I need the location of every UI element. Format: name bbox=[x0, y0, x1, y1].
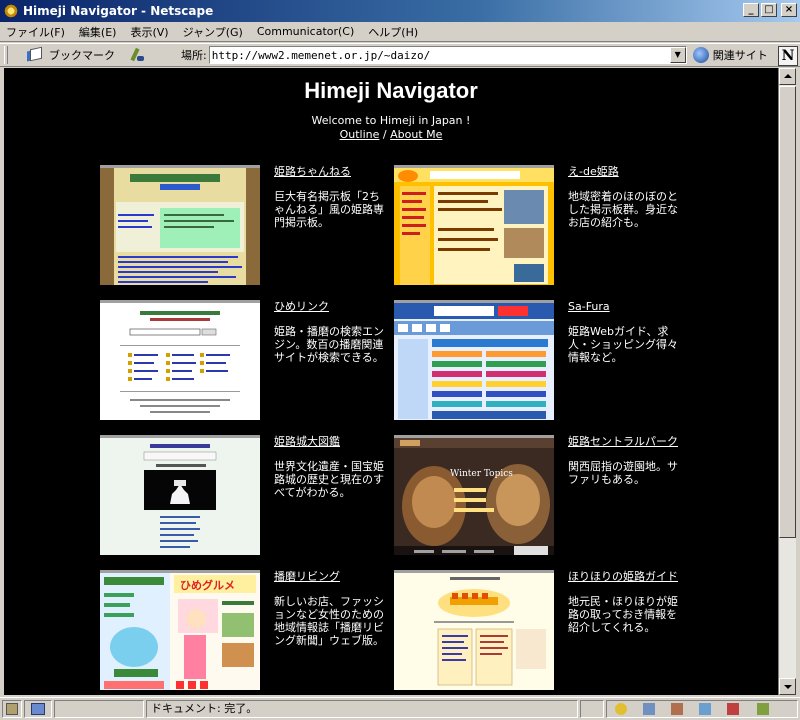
menu-file[interactable]: ファイル(F) bbox=[6, 24, 65, 40]
mail-icon[interactable] bbox=[643, 703, 655, 715]
minimize-button[interactable]: _ bbox=[743, 3, 759, 17]
menu-go[interactable]: ジャンプ(G) bbox=[183, 24, 243, 40]
site-entry: ほりほりの姫路ガイド 地元民・ほりほりが姫路の取っておき情報を紹介してくれる。 bbox=[394, 570, 684, 694]
site-description: 新しいお店、ファッションなど女性のための地域情報誌「播磨リビング新聞」ウェブ版。 bbox=[274, 595, 384, 647]
status-bar: ドキュメント: 完了。 bbox=[0, 697, 800, 720]
site-thumbnail[interactable] bbox=[100, 165, 260, 285]
site-link[interactable]: え-de姫路 bbox=[568, 165, 680, 178]
thumbnail-caption: ひめグルメ bbox=[180, 578, 235, 592]
close-button[interactable]: × bbox=[781, 3, 797, 17]
related-sites-button[interactable]: 関連サイト bbox=[713, 47, 768, 63]
page-title: Himeji Navigator bbox=[304, 78, 478, 103]
site-link[interactable]: Sa-Fura bbox=[568, 300, 680, 313]
navigator-icon[interactable] bbox=[615, 703, 627, 715]
location-toolbar: ブックマーク 場所: ▼ 関連サイト N bbox=[0, 43, 800, 67]
menu-edit[interactable]: 編集(E) bbox=[79, 24, 117, 40]
location-field[interactable]: ▼ bbox=[208, 46, 687, 64]
menu-help[interactable]: ヘルプ(H) bbox=[368, 24, 418, 40]
site-link[interactable]: 姫路セントラルパーク bbox=[568, 435, 680, 448]
site-description: 世界文化遺産・国宝姫路城の歴史と現在のすべてがわかる。 bbox=[274, 460, 384, 499]
bookmarks-button[interactable]: ブックマーク bbox=[49, 47, 115, 63]
status-message: ドキュメント: 完了。 bbox=[146, 700, 578, 718]
scroll-down-button[interactable] bbox=[779, 678, 796, 695]
site-thumbnail[interactable]: Winter Topics bbox=[394, 435, 554, 555]
thumbnail-caption: Winter Topics bbox=[450, 469, 513, 479]
site-description: 地域密着のほのぼのとした掲示板群。身近なお店の紹介も。 bbox=[568, 190, 678, 229]
site-link[interactable]: ほりほりの姫路ガイド bbox=[568, 570, 680, 583]
location-label: 場所: bbox=[181, 49, 207, 62]
online-status-icon[interactable] bbox=[24, 700, 52, 718]
site-thumbnail[interactable] bbox=[100, 300, 260, 420]
scroll-up-button[interactable] bbox=[779, 68, 796, 85]
scroll-down-arrow-icon bbox=[784, 685, 792, 689]
security-lock-icon[interactable] bbox=[2, 700, 22, 718]
site-description: 地元民・ほりほりが姫路の取っておき情報を紹介してくれる。 bbox=[568, 595, 678, 634]
scrollbar-thumb[interactable] bbox=[779, 86, 796, 538]
bookmarks-icon[interactable] bbox=[25, 47, 45, 63]
site-description: 関西屈指の遊園地。サファリもある。 bbox=[568, 460, 678, 486]
site-entry: 姫路城大図鑑 世界文化遺産・国宝姫路城の歴史と現在のすべてがわかる。 bbox=[100, 435, 390, 559]
maximize-button[interactable]: □ bbox=[761, 3, 777, 17]
progress-bar bbox=[54, 700, 144, 718]
site-entry: ひめグルメ 播磨リビング 新しいお店、ファッションなど女性のための地域情報誌「播… bbox=[100, 570, 390, 694]
related-sites-icon[interactable] bbox=[692, 47, 709, 63]
site-description: 姫路Webガイド、求人・ショッピング得々情報など。 bbox=[568, 325, 678, 364]
page-content: Himeji Navigator Welcome to Himeji in Ja… bbox=[4, 68, 778, 695]
component-bar bbox=[606, 700, 798, 718]
site-entry: Winter Topics 姫路セントラルパーク 関西屈指の遊園地。サファリもあ… bbox=[394, 435, 684, 559]
site-link[interactable]: 播磨リビング bbox=[274, 570, 386, 583]
site-thumbnail[interactable]: ひめグルメ bbox=[100, 570, 260, 690]
site-entry: ひめリンク 姫路・播磨の検索エンジン。数百の播磨関連サイトが検索できる。 bbox=[100, 300, 390, 424]
site-entry: Sa-Fura 姫路Webガイド、求人・ショッピング得々情報など。 bbox=[394, 300, 684, 424]
site-entry: え-de姫路 地域密着のほのぼのとした掲示板群。身近なお店の紹介も。 bbox=[394, 165, 684, 289]
top-links: Outline / About Me bbox=[4, 128, 778, 141]
welcome-text: Welcome to Himeji in Japan ! bbox=[311, 114, 471, 127]
site-link[interactable]: ひめリンク bbox=[274, 300, 386, 313]
site-description: 巨大有名掲示板「2ちゃんねる」風の姫路専門掲示板。 bbox=[274, 190, 384, 229]
site-link[interactable]: 姫路城大図鑑 bbox=[274, 435, 386, 448]
site-description: 姫路・播磨の検索エンジン。数百の播磨関連サイトが検索できる。 bbox=[274, 325, 384, 364]
groups-icon[interactable] bbox=[671, 703, 683, 715]
menu-communicator[interactable]: Communicator(C) bbox=[257, 25, 354, 38]
title-bar: Himeji Navigator - Netscape _ □ × bbox=[0, 0, 800, 22]
menu-bar: ファイル(F) 編集(E) 表示(V) ジャンプ(G) Communicator… bbox=[0, 22, 800, 42]
composer-icon[interactable] bbox=[727, 703, 739, 715]
site-thumbnail[interactable] bbox=[394, 165, 554, 285]
site-thumbnail[interactable] bbox=[394, 570, 554, 690]
site-link[interactable]: 姫路ちゃんねる bbox=[274, 165, 386, 178]
page-proxy-icon[interactable] bbox=[131, 47, 145, 63]
edit-icon[interactable] bbox=[757, 703, 769, 715]
netscape-logo[interactable]: N bbox=[778, 46, 798, 66]
menu-view[interactable]: 表示(V) bbox=[130, 24, 168, 40]
netscape-app-icon[interactable] bbox=[3, 3, 19, 19]
link-separator: / bbox=[382, 128, 387, 141]
vertical-scrollbar[interactable] bbox=[778, 68, 796, 695]
outline-link[interactable]: Outline bbox=[340, 128, 380, 141]
toolbar-grip[interactable] bbox=[4, 46, 8, 64]
scroll-up-arrow-icon bbox=[784, 74, 792, 78]
status-text: ドキュメント: 完了。 bbox=[151, 702, 258, 715]
about-me-link[interactable]: About Me bbox=[390, 128, 442, 141]
address-book-icon[interactable] bbox=[699, 703, 711, 715]
status-divider bbox=[580, 700, 604, 718]
site-thumbnail[interactable] bbox=[100, 435, 260, 555]
window-title: Himeji Navigator - Netscape bbox=[23, 4, 214, 18]
site-thumbnail[interactable] bbox=[394, 300, 554, 420]
url-input[interactable] bbox=[209, 48, 666, 62]
site-entry: 姫路ちゃんねる 巨大有名掲示板「2ちゃんねる」風の姫路専門掲示板。 bbox=[100, 165, 390, 289]
url-dropdown-button[interactable]: ▼ bbox=[669, 47, 686, 63]
